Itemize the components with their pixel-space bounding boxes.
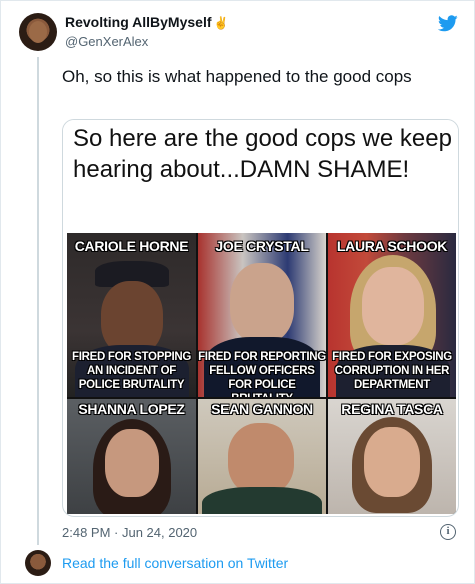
tweet-timestamp[interactable]: 2:48 PM · Jun 24, 2020 bbox=[62, 525, 197, 540]
cops-photo-grid: CARIOLE HORNE FIRED FOR STOPPING AN INCI… bbox=[67, 233, 456, 514]
author-name[interactable]: Revolting AllByMyself ✌ bbox=[65, 14, 228, 30]
person-name: CARIOLE HORNE bbox=[74, 238, 189, 254]
thread-line bbox=[37, 57, 39, 545]
person-caption: FIRED FOR EXPOSING CORRUPTION IN HER DEP… bbox=[332, 351, 452, 391]
person-name: SHANNA LOPEZ bbox=[78, 401, 185, 417]
person-name: REGINA TASCA bbox=[341, 401, 443, 417]
photo-cell-6: REGINA TASCA bbox=[328, 399, 456, 514]
author-avatar[interactable] bbox=[19, 13, 57, 51]
photo-cell-2: JOE CRYSTAL FIRED FOR REPORTING FELLOW O… bbox=[198, 233, 326, 397]
author-name-text[interactable]: Revolting AllByMyself bbox=[65, 14, 212, 30]
tweet-card: Revolting AllByMyself ✌ @GenXerAlex Oh, s… bbox=[0, 0, 475, 584]
read-conversation-link[interactable]: Read the full conversation on Twitter bbox=[62, 555, 288, 571]
person-caption: FIRED FOR STOPPING AN INCIDENT OF POLICE… bbox=[72, 351, 191, 391]
author-handle[interactable]: @GenXerAlex bbox=[65, 34, 148, 49]
person-name: JOE CRYSTAL bbox=[215, 238, 309, 254]
peace-hand-emoji-icon: ✌ bbox=[213, 16, 229, 30]
meme-header: So here are the good cops we keep hearin… bbox=[63, 120, 458, 232]
person-caption: FIRED FOR REPORTING FELLOW OFFICERS FOR … bbox=[198, 351, 326, 397]
info-icon[interactable]: i bbox=[440, 524, 456, 540]
photo-cell-5: SEAN GANNON bbox=[198, 399, 326, 514]
photo-cell-1: CARIOLE HORNE FIRED FOR STOPPING AN INCI… bbox=[67, 233, 196, 397]
tweet-text: Oh, so this is what happened to the good… bbox=[62, 67, 412, 86]
small-avatar[interactable] bbox=[25, 550, 51, 576]
person-name: LAURA SCHOOK bbox=[336, 238, 448, 254]
photo-cell-4: SHANNA LOPEZ bbox=[67, 399, 196, 514]
twitter-bird-icon[interactable] bbox=[438, 15, 458, 32]
tweet-media-image[interactable]: So here are the good cops we keep hearin… bbox=[62, 119, 459, 517]
meme-title: So here are the good cops we keep hearin… bbox=[73, 125, 452, 183]
person-name: SEAN GANNON bbox=[211, 401, 313, 417]
photo-cell-3: LAURA SCHOOK FIRED FOR EXPOSING CORRUPTI… bbox=[328, 233, 456, 397]
